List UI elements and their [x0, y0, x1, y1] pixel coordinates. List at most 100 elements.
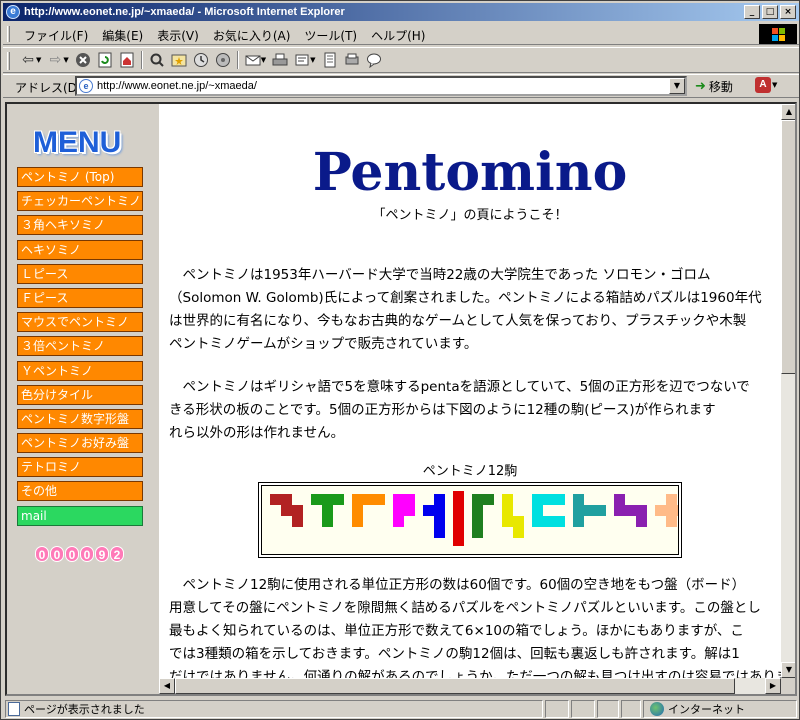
discuss-icon[interactable]	[319, 49, 341, 71]
title-bar[interactable]: e http://www.eonet.ne.jp/~xmaeda/ - Micr…	[3, 3, 799, 21]
horizontal-scroll-thumb[interactable]	[175, 678, 735, 694]
piece-cell	[666, 516, 677, 527]
piece-cell	[543, 494, 554, 505]
messenger-icon[interactable]	[363, 49, 385, 71]
nav-item-mouse-pentomino[interactable]: マウスでペントミノ	[17, 312, 143, 333]
print-icon[interactable]	[269, 49, 291, 71]
nav-item-hexomino[interactable]: ヘキソミノ	[17, 239, 143, 260]
piece-cell	[374, 494, 385, 505]
media-icon[interactable]	[212, 49, 234, 71]
nav-item-number-board[interactable]: ペントミノ数字形盤	[17, 408, 143, 429]
search-icon[interactable]	[146, 49, 168, 71]
nav-item-f-piece[interactable]: Ｆピース	[17, 287, 143, 308]
menu-file[interactable]: ファイル(F)	[17, 27, 95, 44]
menu-bar: ファイル(F) 編集(E) 表示(V) お気に入り(A) ツール(T) ヘルプ(…	[3, 23, 799, 45]
refresh-icon[interactable]	[94, 49, 116, 71]
toolbar: ⇦ ▼ ⇨ ▼ ▼ ▼	[3, 47, 799, 73]
scroll-up-button[interactable]: ▲	[781, 104, 795, 120]
mail-dropdown-icon[interactable]: ▼	[261, 56, 266, 64]
nav-item-custom-board[interactable]: ペントミノお好み盤	[17, 433, 143, 454]
vertical-scroll-thumb[interactable]	[781, 120, 795, 374]
piece-cell	[281, 494, 292, 505]
scroll-left-button[interactable]: ◀	[159, 678, 175, 694]
address-bar: アドレス(D) e http://www.eonet.ne.jp/~xmaeda…	[3, 74, 799, 98]
nav-item-color-tile[interactable]: 色分けタイル	[17, 384, 143, 405]
research-icon[interactable]	[341, 49, 363, 71]
scroll-down-button[interactable]: ▼	[781, 662, 795, 678]
piece-cell	[655, 505, 666, 516]
stop-icon[interactable]	[72, 49, 94, 71]
piece-cell	[666, 505, 677, 516]
links-dropdown-icon[interactable]: ▼	[772, 81, 777, 89]
piece-cell	[453, 535, 464, 546]
menu-tools[interactable]: ツール(T)	[297, 27, 364, 44]
piece-cell	[483, 494, 494, 505]
nav-item-other[interactable]: その他	[17, 481, 143, 502]
pieces-caption: ペントミノ12駒	[422, 464, 518, 479]
sidebar: MENU ペントミノ (Top) チェッカーペントミノ ３角ヘキソミノ ヘキソミ…	[7, 104, 159, 694]
toolbar-grip[interactable]	[7, 52, 10, 70]
maximize-button[interactable]: □	[762, 5, 778, 19]
back-dropdown-icon[interactable]: ▼	[36, 56, 41, 64]
nav-item-mail[interactable]: mail	[17, 505, 143, 526]
edit-dropdown-icon[interactable]: ▼	[310, 56, 315, 64]
nav-item-triangle-hexomino[interactable]: ３角ヘキソミノ	[17, 215, 143, 236]
paragraph-line: 用意してその盤にペントミノを隙間無く詰めるパズルをペントミノパズルといいます。こ…	[169, 600, 761, 616]
horizontal-scrollbar[interactable]: ◀ ▶	[159, 678, 781, 694]
go-button[interactable]: ➜ 移動	[695, 78, 733, 95]
scroll-right-button[interactable]: ▶	[765, 678, 781, 694]
vertical-scrollbar[interactable]: ▲ ▼	[781, 104, 795, 678]
favorites-icon[interactable]	[168, 49, 190, 71]
menu-favorites[interactable]: お気に入り(A)	[206, 27, 298, 44]
nav-item-l-piece[interactable]: Ｌピース	[17, 263, 143, 284]
Z-pentomino	[614, 494, 647, 527]
counter-digit: 0	[35, 546, 49, 562]
home-icon[interactable]	[116, 49, 138, 71]
windows-logo-icon	[759, 24, 797, 44]
history-icon[interactable]	[190, 49, 212, 71]
piece-cell	[311, 494, 322, 505]
status-text: ページが表示されました	[24, 703, 145, 716]
nav-item-y-pentomino[interactable]: Ｙペントミノ	[17, 360, 143, 381]
menubar-grip[interactable]	[7, 26, 10, 42]
nav-item-checker-pentomino[interactable]: チェッカーペントミノ	[17, 191, 143, 212]
links-button[interactable]: A ▼	[755, 77, 780, 93]
paragraph-line: ペントミノはギリシャ語で5を意味するpentaを語源としていて、5個の正方形を辺…	[169, 379, 750, 395]
pentomino-pieces-figure	[258, 482, 688, 558]
address-input[interactable]: e http://www.eonet.ne.jp/~xmaeda/ ▼	[75, 76, 687, 96]
go-label: 移動	[708, 80, 733, 94]
minimize-button[interactable]: _	[744, 5, 760, 19]
nav-item-pentomino-top[interactable]: ペントミノ (Top)	[17, 167, 143, 187]
menu-view[interactable]: 表示(V)	[150, 27, 206, 44]
menu-edit[interactable]: 編集(E)	[95, 27, 150, 44]
links-icon: A	[755, 77, 771, 93]
status-text-panel: ページが表示されました	[5, 700, 543, 718]
nav-item-triple-pentomino[interactable]: ３倍ペントミノ	[17, 336, 143, 357]
piece-cell	[513, 516, 524, 527]
W-pentomino	[270, 494, 303, 527]
address-url[interactable]: http://www.eonet.ne.jp/~xmaeda/	[97, 80, 257, 92]
piece-cell	[322, 505, 333, 516]
piece-cell	[322, 494, 333, 505]
piece-cell	[404, 505, 415, 516]
page-icon: e	[79, 79, 93, 93]
menu-help[interactable]: ヘルプ(H)	[364, 27, 432, 44]
Y-pentomino	[423, 494, 445, 538]
close-button[interactable]: ×	[780, 5, 796, 19]
nav-item-tetromino[interactable]: テトロミノ	[17, 457, 143, 478]
counter-digit: 0	[50, 546, 64, 562]
piece-cell	[472, 516, 483, 527]
definition-paragraph: ペントミノはギリシャ語で5を意味するpentaを語源としていて、5個の正方形を辺…	[169, 376, 781, 445]
piece-cell	[625, 505, 636, 516]
piece-cell	[502, 494, 513, 505]
piece-cell	[292, 505, 303, 516]
piece-cell	[472, 494, 483, 505]
address-dropdown-icon[interactable]: ▼	[669, 78, 685, 94]
piece-cell	[363, 494, 374, 505]
paragraph-line: きる形状の板のことです。5個の正方形からは下図のように12種の駒(ピース)が作ら…	[169, 402, 716, 418]
toolbar-separator	[236, 51, 239, 69]
puzzle-paragraph: ペントミノ12駒に使用される単位正方形の数は60個です。60個の空き地をもつ盤（…	[169, 574, 781, 689]
forward-dropdown-icon[interactable]: ▼	[63, 56, 68, 64]
piece-cell	[573, 516, 584, 527]
internet-zone-icon	[650, 702, 664, 716]
